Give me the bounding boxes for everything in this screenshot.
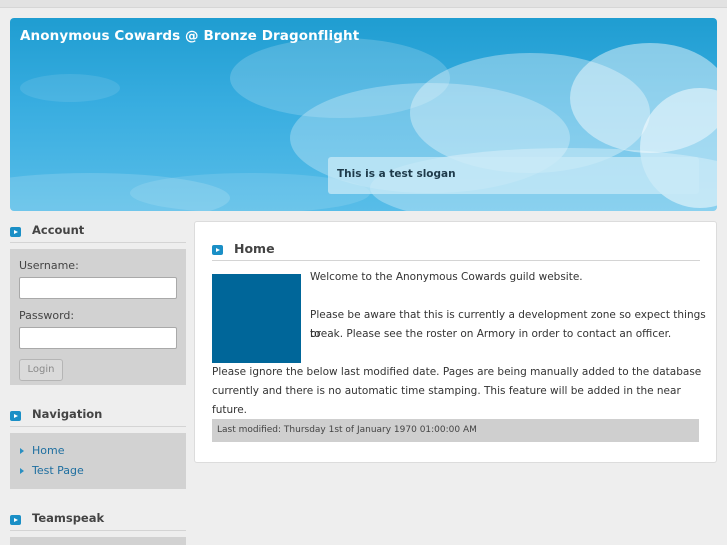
- play-bullet-icon: [10, 411, 21, 421]
- site-title[interactable]: Anonymous Cowards @ Bronze Dragonflight: [20, 28, 359, 44]
- password-label: Password:: [19, 309, 75, 322]
- play-bullet-icon: [212, 245, 223, 255]
- play-bullet-icon: [10, 515, 21, 525]
- login-button[interactable]: Login: [19, 359, 63, 381]
- navigation-block-title: Navigation: [10, 404, 186, 427]
- welcome-paragraph: Welcome to the Anonymous Cowards guild w…: [310, 271, 583, 283]
- page-title: Home: [234, 241, 275, 256]
- username-label: Username:: [19, 259, 79, 272]
- sidebar: Account Username: Password: Login Naviga…: [10, 220, 186, 545]
- nav-link-home[interactable]: Home: [32, 444, 64, 457]
- nav-link-test-page[interactable]: Test Page: [32, 464, 84, 477]
- teamspeak-block-title: Teamspeak: [10, 508, 186, 531]
- play-bullet-icon: [10, 227, 21, 237]
- account-title: Account: [32, 223, 85, 237]
- navigation-menu: Home Test Page: [10, 433, 186, 489]
- disclaimer-line-1: Please ignore the below last modified da…: [212, 366, 702, 378]
- teamspeak-block-body: [10, 537, 186, 545]
- account-block-title: Account: [10, 220, 186, 243]
- nav-item-test-page[interactable]: Test Page: [19, 462, 177, 482]
- login-form: Username: Password: Login: [10, 249, 186, 385]
- notice-line-2: break. Please see the roster on Armory i…: [310, 328, 672, 340]
- username-input[interactable]: [19, 277, 177, 299]
- page-title-bar: Home: [212, 239, 700, 261]
- main-content: Home Welcome to the Anonymous Cowards gu…: [194, 221, 717, 463]
- last-modified-bar: Last modified: Thursday 1st of January 1…: [212, 419, 699, 442]
- password-input[interactable]: [19, 327, 177, 349]
- nav-item-home[interactable]: Home: [19, 442, 177, 462]
- content-image: [212, 274, 301, 363]
- disclaimer-line-2: currently and there is no automatic time…: [212, 385, 681, 416]
- slogan: This is a test slogan: [328, 157, 699, 194]
- teamspeak-title: Teamspeak: [32, 511, 105, 525]
- site-header: Anonymous Cowards @ Bronze Dragonflight …: [10, 18, 717, 211]
- top-strip: [0, 0, 727, 8]
- navigation-title: Navigation: [32, 407, 103, 421]
